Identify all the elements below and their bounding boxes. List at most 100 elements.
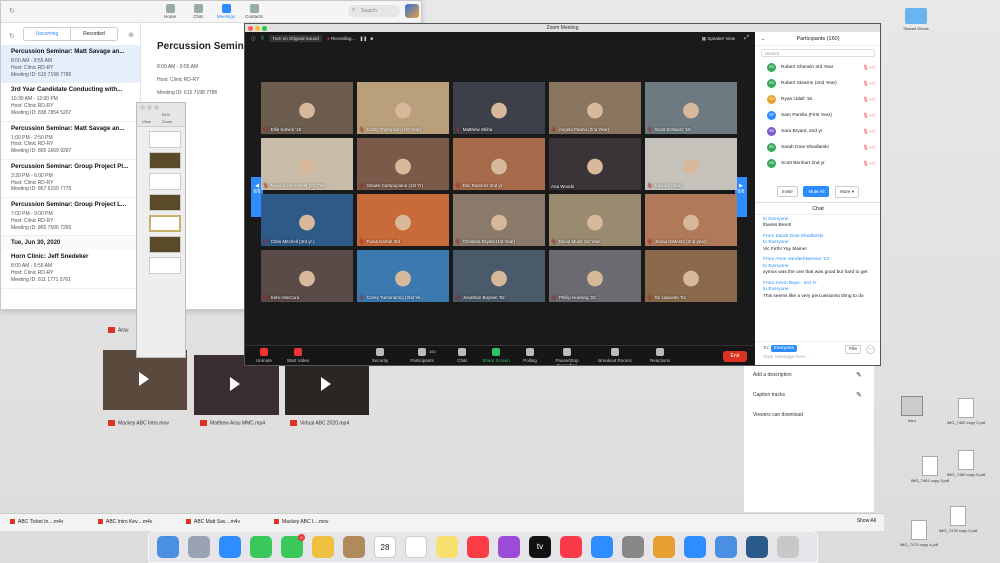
pause-icon[interactable]: ❚❚ [360,36,368,41]
video-tile[interactable]: 🎙︎ Monica Overstreet (2nd Ye... [261,138,353,190]
more-button[interactable]: More ▾ [835,186,859,198]
participant-row[interactable]: SD Sarah Dow-Shedlarski 🎙︎ ▭ [755,140,880,156]
slide-thumbnail[interactable] [149,152,181,169]
video-tile[interactable]: 🎙︎ Chris Mitchell (3rd yr.) [261,194,353,246]
participant-row[interactable]: SB Scott Benhart 2nd yr 🎙︎ ▭ [755,156,880,172]
fullscreen-icon[interactable]: ⤢ [744,35,749,42]
security-button[interactable]: Security [365,348,395,363]
file-name[interactable]: Virtual ABC 2020.mp4 [290,420,349,426]
refresh-icon[interactable]: ↻ [9,7,15,15]
close-button[interactable] [248,26,253,31]
appstore-icon[interactable] [591,536,613,558]
chrome-icon[interactable] [653,536,675,558]
download-item[interactable]: Mackey ABC I....mov [274,519,328,525]
desktop-icon-intro[interactable]: Intro [890,396,934,423]
zoom-button[interactable] [154,105,159,110]
video-thumbnail[interactable] [103,350,187,410]
desktop-icon-file[interactable]: IMG_7478 copy 2.pdf [936,506,980,533]
podcasts-icon[interactable] [498,536,520,558]
video-tile[interactable]: 🎙︎ Jenna DiMento (2nd year) [645,194,737,246]
music-icon[interactable] [467,536,489,558]
calendar-icon[interactable]: 28 [374,536,396,558]
meeting-item[interactable]: Horn Clinic: Jeff Snedeker 8:00 AM - 9:5… [1,250,140,289]
caption-tracks-label[interactable]: Caption tracks [753,392,785,398]
refresh-icon[interactable]: ↻ [9,32,15,40]
news-icon[interactable] [560,536,582,558]
video-tile[interactable]: 🎙︎ Edward Maag [645,138,737,190]
avatar[interactable] [405,4,419,18]
recipient-dropdown[interactable]: Everyone [770,345,798,352]
photos-icon[interactable] [312,536,334,558]
video-tile[interactable]: 🎙︎ Phillip Hoesing '22 [549,250,641,302]
pause-stop-recording-button[interactable]: Pause/Stop Recording [547,348,587,365]
video-tile[interactable]: 🎙︎ Scott Schwarz '15 [645,82,737,134]
video-tile[interactable]: 🎙︎ Cathy Thompson (1st Year) [357,82,449,134]
add-description-label[interactable]: Add a description [753,372,792,378]
add-meeting-icon[interactable]: ⊕ [128,31,134,39]
view-button[interactable]: View [142,119,151,124]
share-screen-button[interactable]: Share Screen [481,348,511,363]
tab-upcoming[interactable]: Upcoming [24,28,71,40]
meeting-item[interactable]: 3rd Year Candidate Conducting with... 10… [1,83,140,122]
download-item[interactable]: ABC Matt Sav....m4v [186,519,240,525]
desktop-icon-file[interactable]: IMG_7482 copy 2.pdf [944,398,988,425]
slide-thumbnail[interactable] [149,131,181,148]
speaker-view-button[interactable]: ▦ Speaker View [702,36,735,42]
contacts-icon[interactable] [343,536,365,558]
info-icon[interactable]: ⓘ [251,36,256,41]
security-shield-icon[interactable]: ⛨ [261,36,264,41]
participant-row[interactable]: RS Robert Sherwin 3rd Year 🎙︎ ▭ [755,60,880,76]
participant-row[interactable]: RS Robert Stearns (2nd Year) 🎙︎ ▭ [755,76,880,92]
video-tile[interactable]: 🎙︎ Matthew Skiba [453,82,545,134]
slide-thumbnail[interactable] [149,257,181,274]
desktop-icon-file[interactable]: IMG_7480 copy 5.pdf [944,450,988,477]
invite-button[interactable]: Invite [777,186,798,197]
download-item[interactable]: ABC Ticket In....m4v [10,519,63,525]
preferences-icon[interactable] [622,536,644,558]
nav-contacts[interactable]: Contacts [243,4,265,19]
chat-input[interactable]: Type message here... [763,355,873,360]
participant-row[interactable]: SB Sara Bryant, 2nd yr 🎙︎ ▭ [755,124,880,140]
tab-recorded[interactable]: Recorded [71,28,117,40]
edit-icon[interactable]: ✎ [856,391,862,399]
video-tile[interactable]: 🎙︎ Shawn Campopiano (1st Yr) [357,138,449,190]
video-tile[interactable]: 🎙︎ Fiona Karbel 3rd [357,194,449,246]
video-tile[interactable]: 🎙︎ Kelsi VanCura [261,250,353,302]
slide-thumbnail[interactable] [149,194,181,211]
launchpad-icon[interactable] [188,536,210,558]
breakout-rooms-button[interactable]: Breakout Rooms [595,348,635,363]
collapse-chevron-icon[interactable]: ⌄ [761,36,765,42]
file-name[interactable]: Matthew Arau MMC.mp4 [200,420,265,426]
chat-button[interactable]: Chat [447,348,477,363]
minimize-button[interactable] [147,105,152,110]
video-tile[interactable]: Ana Woods [549,138,641,190]
tv-icon[interactable]: tv [529,536,551,558]
video-tile[interactable]: 🎙︎ Angela Panno (2nd Year) [549,82,641,134]
notes-icon[interactable] [436,536,458,558]
more-options-icon[interactable]: ⋯ [866,345,875,354]
zoom-icon[interactable] [684,536,706,558]
reminders-icon[interactable] [405,536,427,558]
show-all-button[interactable]: Show All [857,518,876,524]
video-tile[interactable]: 🎙︎ David Munk 1st Year [549,194,641,246]
finder-icon[interactable] [157,536,179,558]
original-sound-button[interactable]: Turn on Original Sound [269,35,322,42]
video-tile[interactable]: 🎙︎ Christina Bryant (1st Year) [453,194,545,246]
meeting-item[interactable]: Percussion Seminar: Group Project L... 7… [1,198,140,237]
trash-icon[interactable] [777,536,799,558]
unmute-button[interactable]: Unmute [249,348,279,363]
mute-all-button[interactable]: Mute All [803,186,830,197]
keynote-icon[interactable] [715,536,737,558]
end-meeting-button[interactable]: End [723,351,747,362]
slide-thumbnail[interactable] [149,236,181,253]
zoom-value[interactable]: 54% [162,112,170,117]
quicktime-icon[interactable] [746,536,768,558]
close-button[interactable] [140,105,145,110]
slide-thumbnail[interactable] [149,173,181,190]
desktop-icon-file[interactable]: IMG_7479 copy 4.pdf [897,520,941,547]
facetime-icon[interactable]: 8 [281,534,305,558]
meeting-item[interactable]: Percussion Seminar: Matt Savage an... 8:… [1,45,140,84]
search-input[interactable]: Search [348,5,400,17]
stop-icon[interactable]: ■ [370,36,373,41]
video-tile[interactable]: 🎙︎ Ellie Kohick '15 [261,82,353,134]
